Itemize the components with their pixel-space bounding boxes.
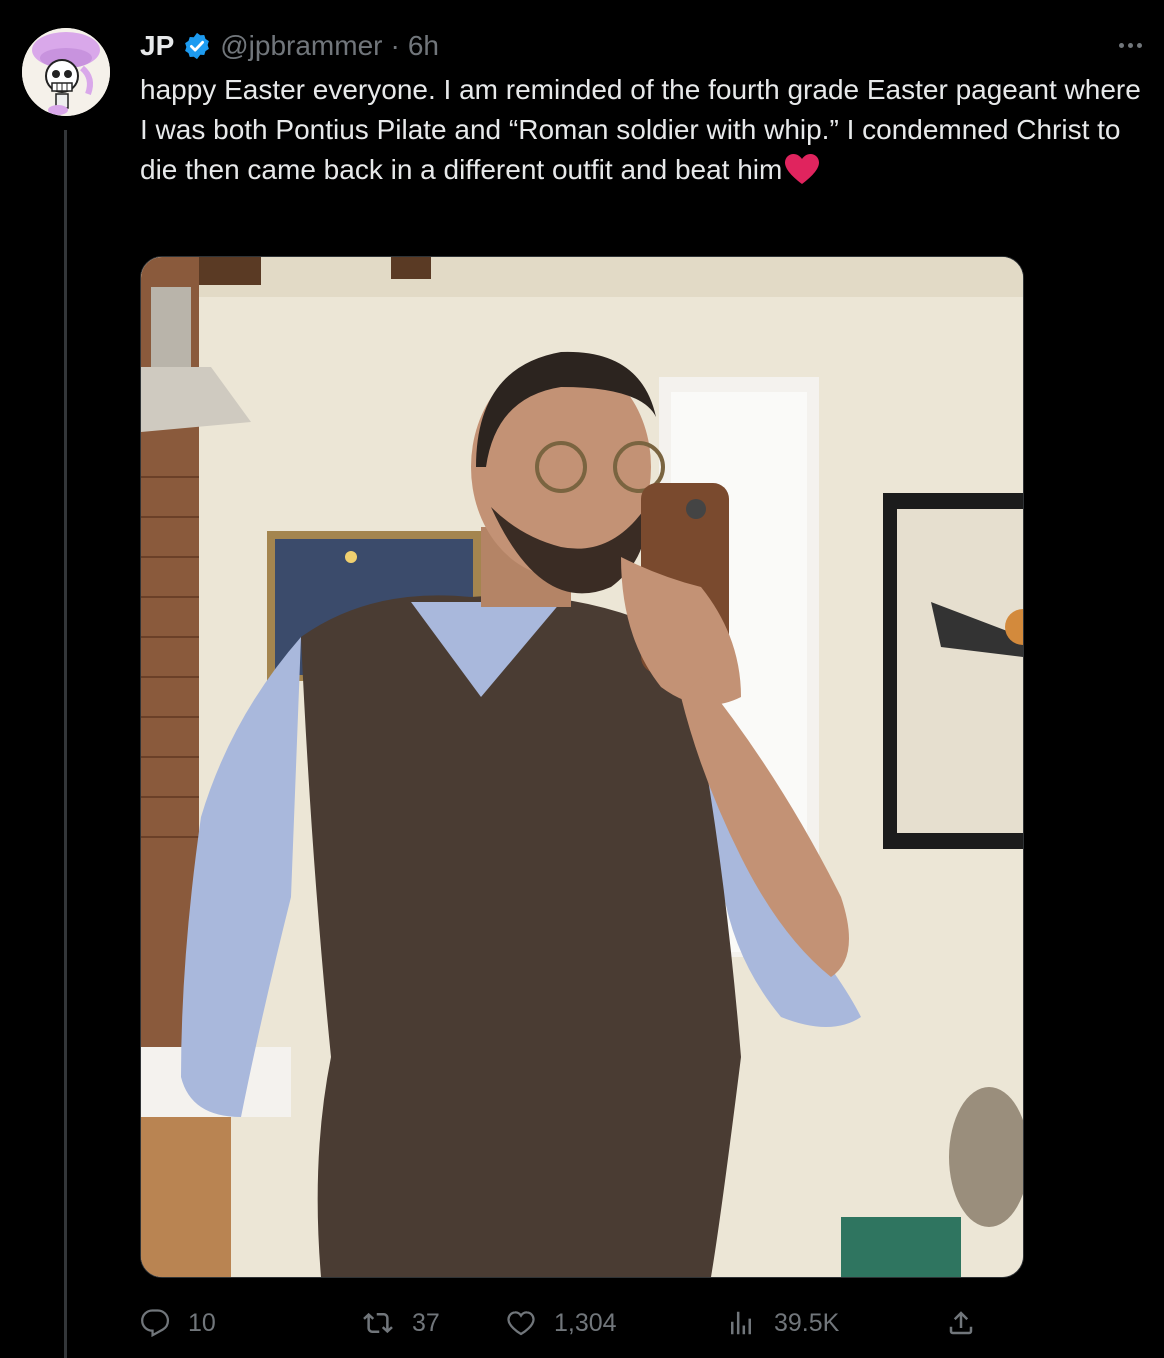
tweet-header: JP @jpbrammer · 6h xyxy=(140,28,439,64)
tweet-time[interactable]: 6h xyxy=(408,30,439,62)
reply-button[interactable]: 10 xyxy=(140,1300,216,1346)
views-chart-icon xyxy=(731,1311,751,1335)
avatar[interactable] xyxy=(22,28,110,116)
tweet-actions: 10 37 1,304 39.5K xyxy=(140,1300,1000,1346)
separator-dot: · xyxy=(390,30,400,61)
retweet-icon xyxy=(363,1312,393,1334)
skeleton-mariachi-avatar-icon xyxy=(22,28,110,116)
red-heart-icon xyxy=(785,154,820,184)
reply-count: 10 xyxy=(188,1308,216,1337)
author-handle[interactable]: @jpbrammer xyxy=(220,30,382,62)
thread-line xyxy=(64,130,67,1358)
author-name[interactable]: JP xyxy=(140,30,174,62)
views-button[interactable]: 39.5K xyxy=(726,1300,839,1346)
retweet-count: 37 xyxy=(412,1308,440,1337)
retweet-button[interactable]: 37 xyxy=(362,1300,440,1346)
more-options-icon[interactable] xyxy=(1110,30,1150,60)
tweet-body: happy Easter everyone. I am reminded of … xyxy=(140,74,1141,185)
like-button[interactable]: 1,304 xyxy=(506,1300,617,1346)
heart-icon xyxy=(507,1311,535,1336)
tweet-photo[interactable] xyxy=(140,256,1024,1278)
views-count: 39.5K xyxy=(774,1308,840,1337)
verified-badge-icon xyxy=(185,32,210,60)
selfie-photo-illustration xyxy=(141,257,1023,1277)
reply-icon xyxy=(141,1309,170,1338)
share-icon xyxy=(949,1311,973,1335)
tweet-text: happy Easter everyone. I am reminded of … xyxy=(140,70,1150,190)
share-button[interactable] xyxy=(946,1300,976,1346)
like-count: 1,304 xyxy=(554,1308,617,1337)
